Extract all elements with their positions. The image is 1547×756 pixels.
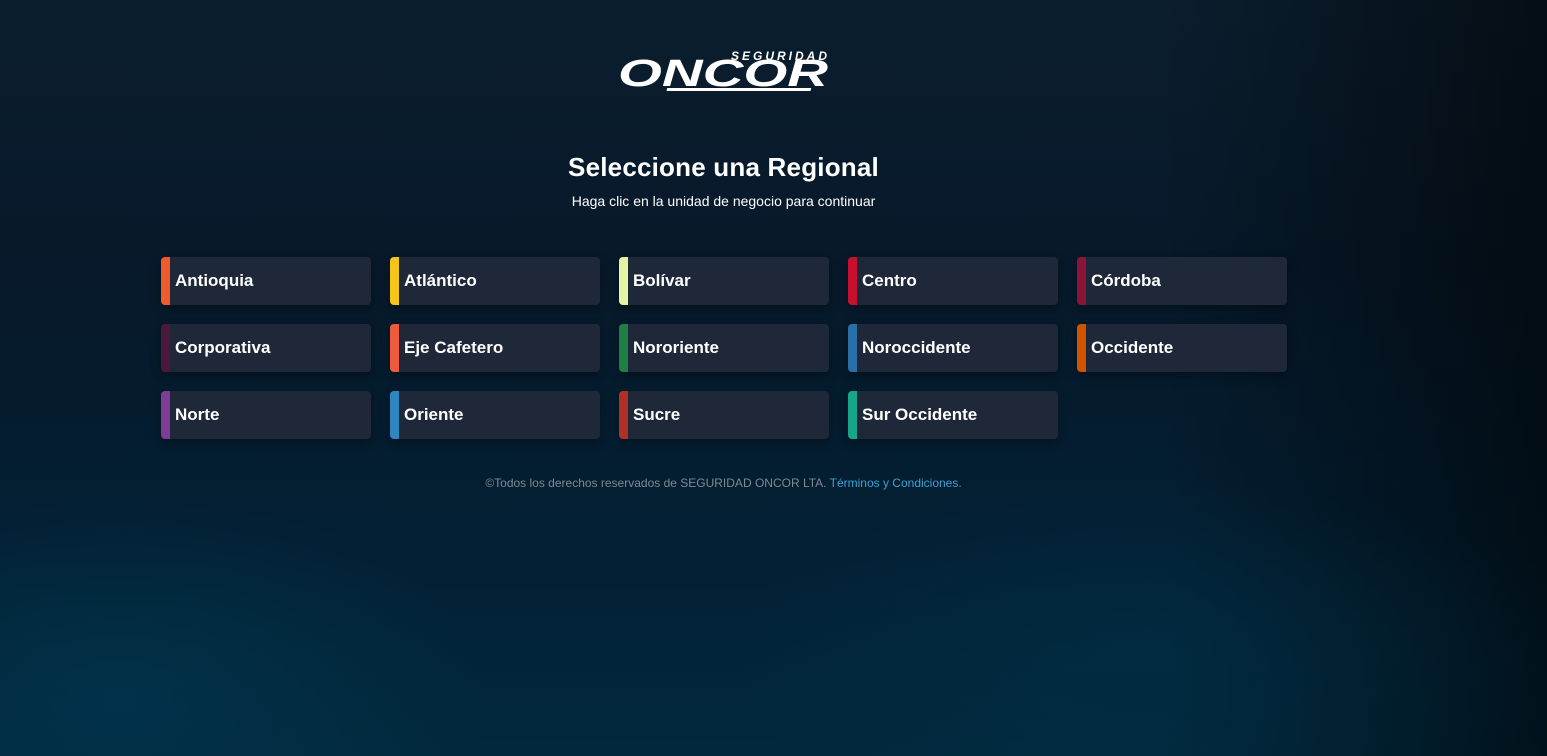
regional-color-bar — [161, 257, 170, 305]
regional-card-atlantico[interactable]: Atlántico — [390, 257, 600, 305]
regional-label: Sur Occidente — [862, 405, 978, 424]
page-title: Seleccione una Regional — [568, 152, 879, 182]
regional-card-noroccidente[interactable]: Noroccidente — [848, 324, 1058, 372]
regional-color-bar — [848, 324, 857, 372]
regional-color-bar — [619, 324, 628, 372]
regional-label: Bolívar — [633, 271, 691, 290]
regional-card-bolivar[interactable]: Bolívar — [619, 257, 829, 305]
regional-grid: Antioquia Atlántico Bolívar Centro Córdoba Co… — [161, 257, 1291, 439]
regional-color-bar — [619, 257, 628, 305]
regional-label: Centro — [862, 271, 917, 290]
regional-card-centro[interactable]: Centro — [848, 257, 1058, 305]
regional-card-sucre[interactable]: Sucre — [619, 391, 829, 439]
regional-color-bar — [619, 391, 628, 439]
regional-card-antioquia[interactable]: Antioquia — [161, 257, 371, 305]
terms-link[interactable]: Términos y Condiciones — [830, 476, 959, 490]
regional-label: Oriente — [404, 405, 464, 424]
regional-label: Eje Cafetero — [404, 338, 504, 357]
regional-color-bar — [161, 391, 170, 439]
regional-label: Atlántico — [404, 271, 477, 290]
regional-card-occidente[interactable]: Occidente — [1077, 324, 1287, 372]
regional-card-cordoba[interactable]: Córdoba — [1077, 257, 1287, 305]
regional-card-sur-occidente[interactable]: Sur Occidente — [848, 391, 1058, 439]
regional-color-bar — [1077, 257, 1086, 305]
regional-label: Noroccidente — [862, 338, 971, 357]
regional-card-eje-cafetero[interactable]: Eje Cafetero — [390, 324, 600, 372]
regional-label: Antioquia — [175, 271, 254, 290]
regional-color-bar — [848, 257, 857, 305]
regional-card-nororiente[interactable]: Nororiente — [619, 324, 829, 372]
regional-label: Córdoba — [1091, 271, 1161, 290]
regional-label: Corporativa — [175, 338, 271, 357]
regional-color-bar — [390, 257, 399, 305]
regional-card-oriente[interactable]: Oriente — [390, 391, 600, 439]
regional-label: Occidente — [1091, 338, 1174, 357]
footer: ©Todos los derechos reservados de SEGURI… — [0, 476, 1447, 490]
page-subtitle: Haga clic en la unidad de negocio para c… — [571, 193, 876, 209]
regional-label: Nororiente — [633, 338, 719, 357]
regional-color-bar — [390, 391, 399, 439]
regional-label: Sucre — [633, 405, 681, 424]
footer-trailing: . — [958, 476, 962, 490]
oncor-logo: SEGURIDAD ONCOR — [616, 48, 834, 94]
regional-card-corporativa[interactable]: Corporativa — [161, 324, 371, 372]
footer-copyright: ©Todos los derechos reservados de SEGURI… — [485, 476, 827, 490]
svg-text:ONCOR: ONCOR — [618, 53, 829, 94]
regional-color-bar — [1077, 324, 1086, 372]
regional-label: Norte — [175, 405, 220, 424]
regional-color-bar — [161, 324, 170, 372]
regional-color-bar — [848, 391, 857, 439]
regional-card-norte[interactable]: Norte — [161, 391, 371, 439]
oncor-logo-image: SEGURIDAD ONCOR — [618, 49, 829, 94]
regional-color-bar — [390, 324, 399, 372]
